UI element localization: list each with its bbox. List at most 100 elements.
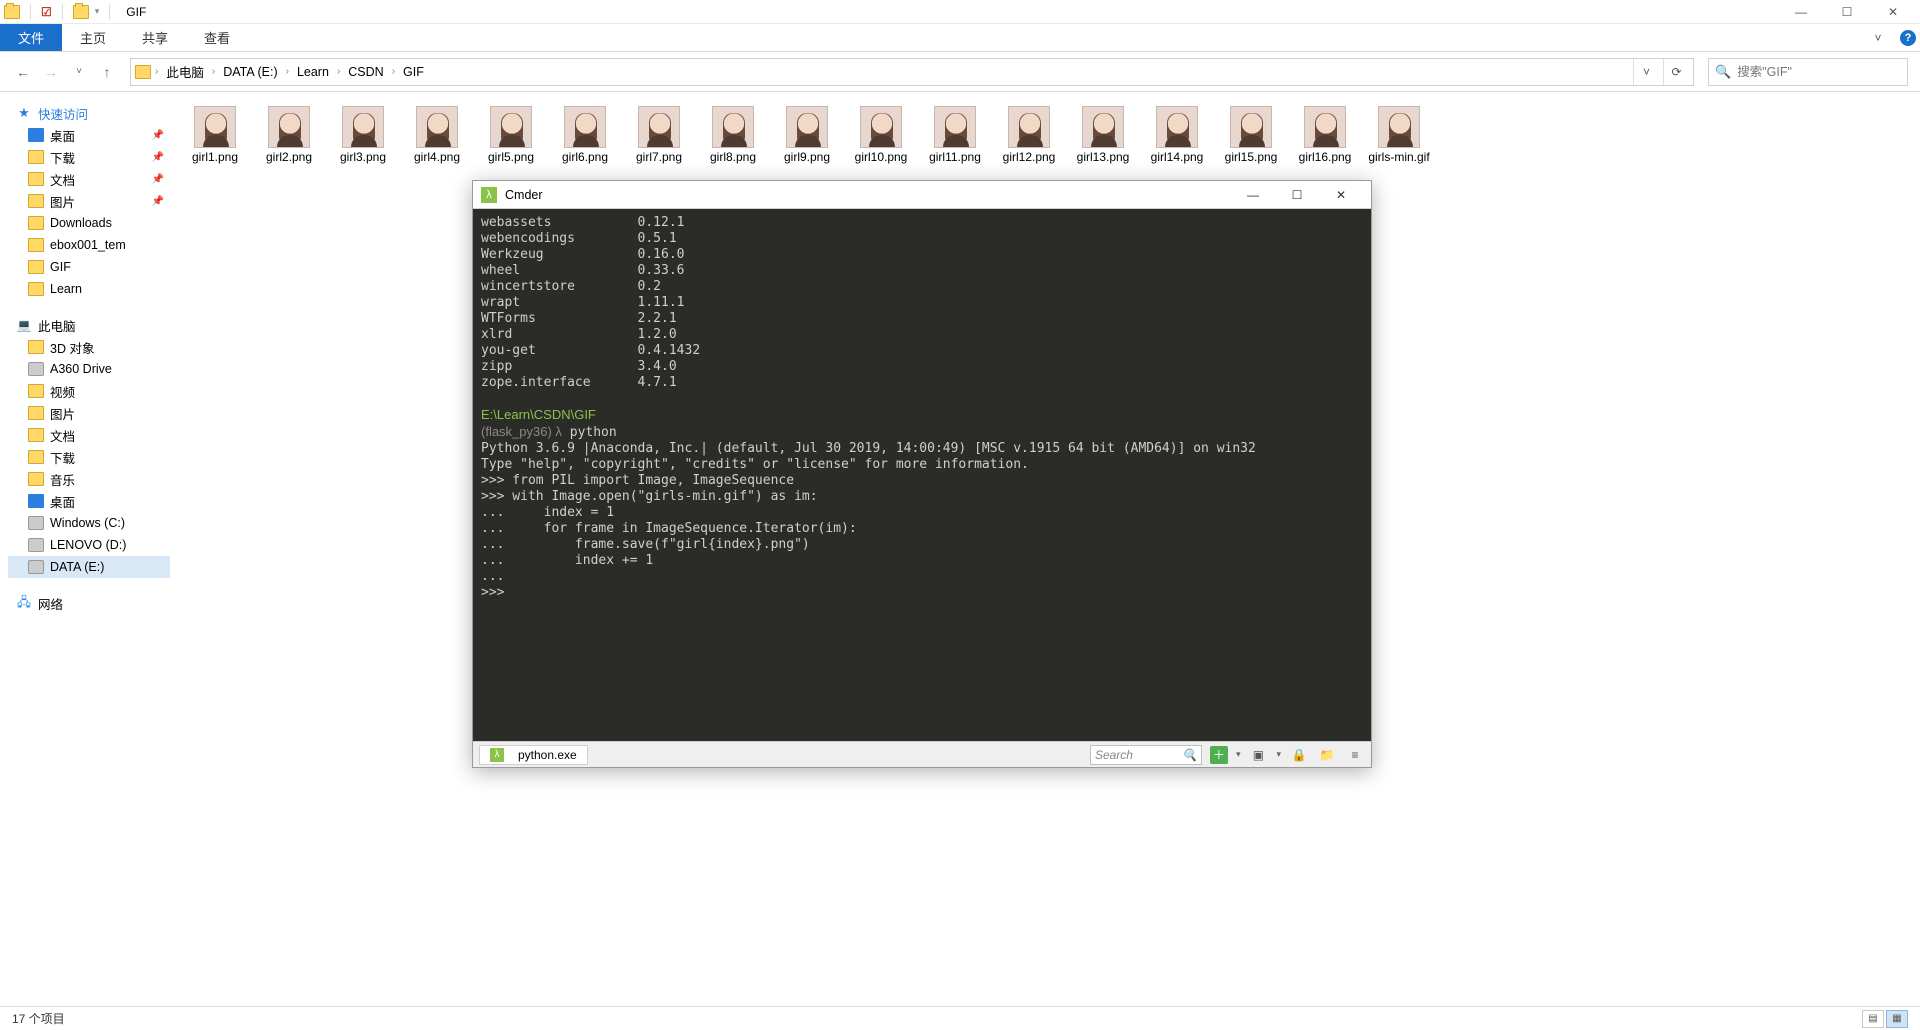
file-thumbnail	[1082, 106, 1124, 148]
sidebar-item[interactable]: 视频	[8, 380, 170, 402]
file-item[interactable]: girl4.png	[400, 106, 474, 164]
file-item[interactable]: girl11.png	[918, 106, 992, 164]
sidebar-item[interactable]: LENOVO (D:)	[8, 534, 170, 556]
file-item[interactable]: girl16.png	[1288, 106, 1362, 164]
tab-view[interactable]: 查看	[186, 24, 248, 51]
tab-home[interactable]: 主页	[62, 24, 124, 51]
cmder-title: Cmder	[505, 188, 543, 202]
sidebar-item-label: 下载	[50, 448, 75, 467]
file-thumbnail	[1156, 106, 1198, 148]
file-item[interactable]: girl10.png	[844, 106, 918, 164]
ribbon-expand-button[interactable]: ˅	[1860, 24, 1896, 51]
maximize-button[interactable]: ☐	[1824, 0, 1870, 24]
file-item[interactable]: girl8.png	[696, 106, 770, 164]
sidebar-item[interactable]: 图片	[8, 402, 170, 424]
file-name: girl14.png	[1150, 148, 1205, 164]
file-item[interactable]: girl14.png	[1140, 106, 1214, 164]
cmder-close-button[interactable]: ✕	[1319, 181, 1363, 209]
file-item[interactable]: girls-min.gif	[1362, 106, 1436, 164]
cmder-minimize-button[interactable]: —	[1231, 181, 1275, 209]
nav-forward-button[interactable]: →	[40, 61, 62, 83]
sidebar-item[interactable]: 桌面	[8, 490, 170, 512]
sidebar-item[interactable]: ebox001_tem	[8, 234, 170, 256]
file-item[interactable]: girl15.png	[1214, 106, 1288, 164]
chevron-down-icon[interactable]: ▾	[1236, 749, 1241, 760]
sidebar-item[interactable]: A360 Drive	[8, 358, 170, 380]
file-item[interactable]: girl9.png	[770, 106, 844, 164]
cmder-window-list-icon[interactable]: ▣	[1248, 745, 1268, 765]
crumb-drive[interactable]: DATA (E:)	[219, 63, 281, 81]
file-item[interactable]: girl12.png	[992, 106, 1066, 164]
cmder-terminal[interactable]: webassets 0.12.1 webencodings 0.5.1 Werk…	[473, 209, 1371, 741]
qat-chevron-down-icon[interactable]: ▾	[95, 6, 100, 17]
file-item[interactable]: girl3.png	[326, 106, 400, 164]
nav-up-button[interactable]: ↑	[96, 61, 118, 83]
sidebar-item[interactable]: GIF	[8, 256, 170, 278]
qat-folder-icon[interactable]	[73, 5, 89, 19]
chevron-right-icon[interactable]: ›	[337, 66, 340, 77]
address-dropdown-button[interactable]: ˅	[1633, 59, 1659, 85]
sidebar-this-pc[interactable]: 💻 此电脑	[8, 314, 170, 336]
file-item[interactable]: girl5.png	[474, 106, 548, 164]
nav-back-button[interactable]: ←	[12, 61, 34, 83]
sidebar-item[interactable]: 文档	[8, 424, 170, 446]
folder-icon	[28, 450, 44, 464]
sidebar-item-label: 桌面	[50, 492, 75, 511]
address-folder-icon	[135, 65, 151, 79]
refresh-button[interactable]: ⟳	[1663, 59, 1689, 85]
chevron-right-icon[interactable]: ›	[286, 66, 289, 77]
cmder-window[interactable]: λ Cmder — ☐ ✕ webassets 0.12.1 webencodi…	[472, 180, 1372, 768]
file-item[interactable]: girl7.png	[622, 106, 696, 164]
chevron-right-icon[interactable]: ›	[392, 66, 395, 77]
file-item[interactable]: girl2.png	[252, 106, 326, 164]
crumb-this-pc[interactable]: 此电脑	[162, 60, 208, 83]
cmder-maximize-button[interactable]: ☐	[1275, 181, 1319, 209]
cmder-new-tab-button[interactable]: ＋	[1210, 746, 1228, 764]
sidebar-item[interactable]: DATA (E:)	[8, 556, 170, 578]
sidebar-network[interactable]: 🖧 网络	[8, 592, 170, 614]
tab-file[interactable]: 文件	[0, 24, 62, 51]
chevron-right-icon[interactable]: ›	[155, 66, 158, 77]
minimize-button[interactable]: —	[1778, 0, 1824, 24]
help-button[interactable]: ?	[1896, 24, 1920, 51]
file-thumbnail	[638, 106, 680, 148]
sidebar-quick-access[interactable]: ★ 快速访问	[8, 102, 170, 124]
crumb-gif[interactable]: GIF	[399, 63, 428, 81]
file-item[interactable]: girl1.png	[178, 106, 252, 164]
chevron-down-icon[interactable]: ▾	[1276, 749, 1281, 760]
close-button[interactable]: ✕	[1870, 0, 1916, 24]
address-bar[interactable]: › 此电脑 › DATA (E:) › Learn › CSDN › GIF ˅…	[130, 58, 1694, 86]
sidebar-item[interactable]: 下载	[8, 446, 170, 468]
crumb-csdn[interactable]: CSDN	[344, 63, 387, 81]
view-details-button[interactable]: ▤	[1862, 1010, 1884, 1028]
sidebar-item[interactable]: Downloads	[8, 212, 170, 234]
sidebar-item[interactable]: Learn	[8, 278, 170, 300]
cmder-lock-icon[interactable]: 🔒	[1289, 745, 1309, 765]
sidebar-item[interactable]: Windows (C:)	[8, 512, 170, 534]
sidebar-item[interactable]: 图片📌	[8, 190, 170, 212]
sidebar-item-label: 视频	[50, 382, 75, 401]
tab-share[interactable]: 共享	[124, 24, 186, 51]
search-input[interactable]	[1737, 65, 1901, 79]
search-box[interactable]: 🔍	[1708, 58, 1908, 86]
crumb-learn[interactable]: Learn	[293, 63, 333, 81]
file-name: girl13.png	[1076, 148, 1131, 164]
cmder-menu-icon[interactable]: ≡	[1345, 745, 1365, 765]
qat-checkbox-icon[interactable]: ☑	[41, 5, 52, 19]
cmder-folder-icon[interactable]: 📁	[1317, 745, 1337, 765]
cmder-lambda-icon: λ	[481, 187, 497, 203]
sidebar-item[interactable]: 下载📌	[8, 146, 170, 168]
chevron-right-icon[interactable]: ›	[212, 66, 215, 77]
view-icons-button[interactable]: ▦	[1886, 1010, 1908, 1028]
cmder-search-input[interactable]: Search 🔍	[1090, 745, 1202, 765]
file-item[interactable]: girl13.png	[1066, 106, 1140, 164]
sidebar-item[interactable]: 桌面📌	[8, 124, 170, 146]
file-item[interactable]: girl6.png	[548, 106, 622, 164]
sidebar-item[interactable]: 3D 对象	[8, 336, 170, 358]
cmder-titlebar[interactable]: λ Cmder — ☐ ✕	[473, 181, 1371, 209]
nav-recent-chevron-down-icon[interactable]: ˅	[68, 61, 90, 83]
sidebar-item[interactable]: 音乐	[8, 468, 170, 490]
sidebar-item[interactable]: 文档📌	[8, 168, 170, 190]
folder-icon	[28, 384, 44, 398]
cmder-tab[interactable]: λ python.exe	[479, 745, 588, 765]
